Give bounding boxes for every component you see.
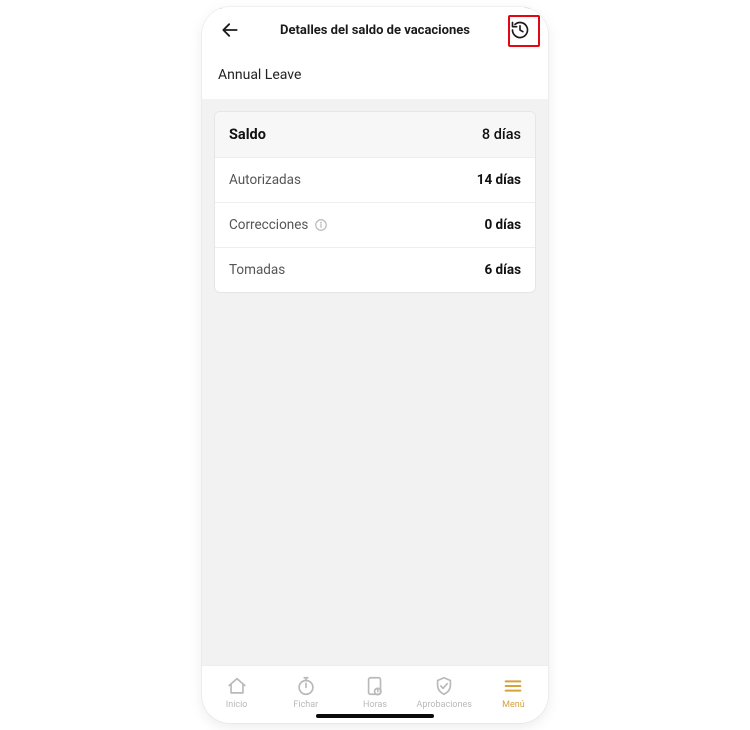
home-indicator — [316, 714, 434, 718]
tab-label: Inicio — [226, 700, 248, 710]
back-button[interactable] — [216, 16, 244, 44]
tab-label: Aprobaciones — [417, 700, 472, 710]
tab-fichar[interactable]: Fichar — [271, 675, 340, 710]
tab-aprobaciones[interactable]: Aprobaciones — [410, 675, 479, 710]
page-title: Detalles del saldo de vacaciones — [202, 23, 548, 38]
header-bar: Detalles del saldo de vacaciones — [202, 7, 548, 53]
tab-label: Fichar — [293, 700, 318, 710]
tab-inicio[interactable]: Inicio — [202, 675, 271, 710]
balance-row-value: 0 días — [484, 217, 521, 233]
balance-row: Autorizadas 14 días — [215, 157, 535, 202]
info-icon[interactable] — [314, 218, 328, 232]
tab-horas[interactable]: Horas — [340, 675, 409, 710]
home-icon — [226, 675, 248, 697]
balance-row: Tomadas 6 días — [215, 247, 535, 292]
balance-row-value: 14 días — [477, 172, 521, 188]
balance-row: Correcciones 0 días — [215, 202, 535, 247]
balance-summary-label: Saldo — [229, 126, 266, 143]
history-icon — [510, 20, 530, 40]
tab-menu[interactable]: Menú — [479, 675, 548, 710]
balance-summary-value: 8 días — [482, 126, 521, 143]
history-button[interactable] — [506, 16, 534, 44]
arrow-left-icon — [220, 20, 240, 40]
tab-label: Menú — [502, 700, 525, 710]
balance-row-value: 6 días — [484, 262, 521, 278]
balance-row-label: Tomadas — [229, 262, 285, 278]
stopwatch-icon — [295, 675, 317, 697]
shield-icon — [433, 675, 455, 697]
balance-row-label: Correcciones — [229, 217, 308, 233]
menu-icon — [502, 675, 524, 697]
content-area: Saldo 8 días Autorizadas 14 días Correcc… — [202, 99, 548, 665]
phone-frame: Detalles del saldo de vacaciones Annual … — [202, 7, 548, 723]
tab-label: Horas — [363, 700, 387, 710]
balance-row-label: Autorizadas — [229, 172, 301, 188]
leave-type-label: Annual Leave — [202, 53, 548, 99]
hours-icon — [364, 675, 386, 697]
balance-summary-row: Saldo 8 días — [215, 112, 535, 157]
balance-card: Saldo 8 días Autorizadas 14 días Correcc… — [214, 111, 536, 293]
